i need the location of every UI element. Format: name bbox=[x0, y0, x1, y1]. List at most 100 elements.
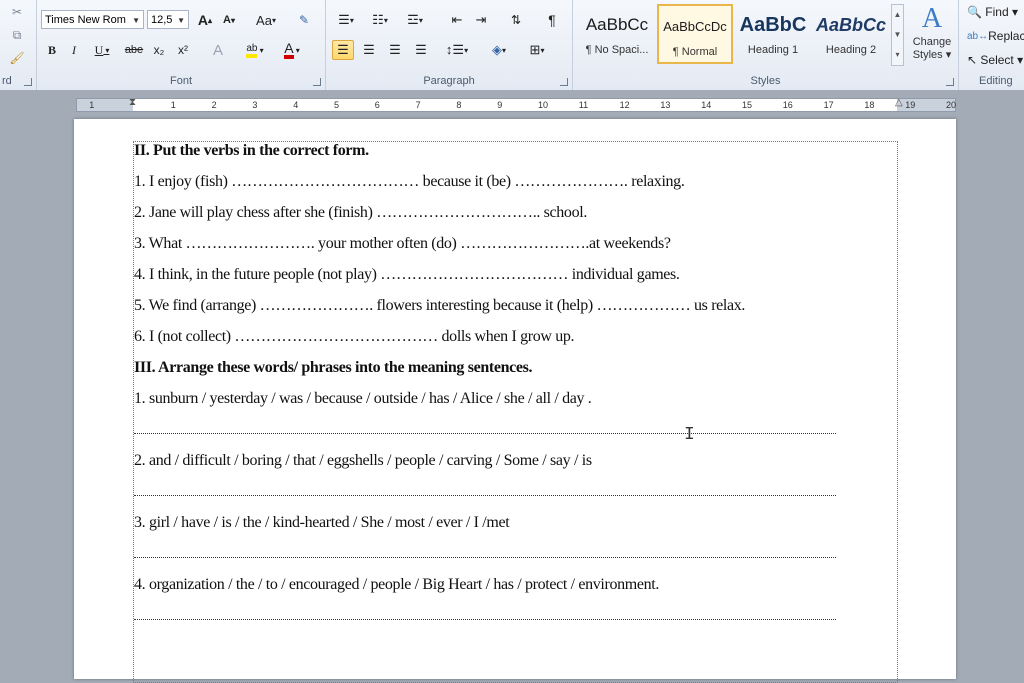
increase-indent-icon[interactable]: ⇥ bbox=[470, 10, 492, 30]
ruler-number: 7 bbox=[415, 100, 421, 110]
exercise-line[interactable]: 1. sunburn / yesterday / was / because /… bbox=[134, 390, 592, 408]
font-size-combo[interactable]: 12,5 ▼ bbox=[147, 10, 189, 29]
style-heading-1[interactable]: AaBbC Heading 1 bbox=[735, 4, 811, 64]
chevron-down-icon: ▼ bbox=[132, 16, 140, 25]
bold-button[interactable]: B bbox=[43, 40, 61, 60]
align-right-icon[interactable]: ☰ bbox=[384, 40, 406, 60]
exercise-line[interactable]: 6. I (not collect) ………………………………… dolls w… bbox=[134, 328, 575, 346]
change-case-label: Aa bbox=[256, 12, 272, 28]
line-spacing-icon[interactable]: ↕☰ ▾ bbox=[442, 40, 472, 60]
font-group-label: Font bbox=[169, 75, 192, 87]
paragraph-group: ☰ ▾ ☷ ▾ ☲ ▾ ⇤ ⇥ ⇅ ¶ ☰ ☰ ☰ ☰ ↕☰ ▾ ◈ ▾ ⊞ ▾ Parag… bbox=[326, 0, 573, 90]
style-heading-2[interactable]: AaBbCc Heading 2 bbox=[813, 4, 889, 64]
text-cursor-icon: I bbox=[684, 425, 695, 445]
style-name: ¶ Normal bbox=[672, 46, 718, 58]
subscript-button[interactable]: x₂ bbox=[149, 40, 169, 60]
copy-icon[interactable]: ⧉ bbox=[6, 25, 28, 45]
shrink-font-button[interactable]: A ▾ bbox=[219, 10, 239, 30]
clipboard-launcher-icon[interactable] bbox=[24, 78, 32, 86]
strikethrough-button[interactable]: abe bbox=[121, 40, 147, 60]
answer-line[interactable] bbox=[134, 619, 836, 620]
justify-icon[interactable]: ☰ bbox=[410, 40, 432, 60]
font-group: Times New Rom ▼ 12,5 ▼ A ▴ A ▾ Aa ▾ ✎ B I U… bbox=[37, 0, 326, 90]
highlight-button[interactable]: ab ▾ bbox=[241, 40, 269, 60]
change-case-button[interactable]: Aa ▾ bbox=[251, 10, 281, 30]
styles-scroll[interactable]: ▲ ▼ ▾ bbox=[891, 4, 904, 66]
align-left-icon[interactable]: ☰ bbox=[332, 40, 354, 60]
cut-icon[interactable]: ✂ bbox=[6, 2, 28, 22]
bullets-icon[interactable]: ☰ ▾ bbox=[332, 10, 360, 30]
numbering-icon[interactable]: ☷ ▾ bbox=[366, 10, 394, 30]
shading-icon[interactable]: ◈ ▾ bbox=[484, 40, 514, 60]
style-normal[interactable]: AaBbCcDc ¶ Normal bbox=[657, 4, 733, 64]
show-marks-button[interactable]: ¶ bbox=[542, 10, 562, 30]
font-name-combo[interactable]: Times New Rom ▼ bbox=[41, 10, 144, 29]
select-button[interactable]: ↖ Select ▾ bbox=[967, 50, 1024, 70]
find-button[interactable]: 🔍 Find ▾ bbox=[967, 2, 1024, 22]
heading-text: III. Arrange these words/ phrases into t… bbox=[134, 359, 533, 376]
answer-line[interactable] bbox=[134, 495, 836, 496]
exercise-line[interactable]: 1. I enjoy (fish) ……………………………… because i… bbox=[134, 173, 685, 191]
font-launcher-icon[interactable] bbox=[313, 78, 321, 86]
exercise-line[interactable]: 2. and / difficult / boring / that / egg… bbox=[134, 452, 592, 470]
exercise-line[interactable]: 4. organization / the / to / encouraged … bbox=[134, 576, 659, 594]
replace-button[interactable]: ab↔Replace bbox=[967, 26, 1024, 46]
ruler-number: 19 bbox=[905, 100, 916, 110]
style-preview: AaBbCc bbox=[815, 15, 886, 35]
exercise-line[interactable]: 4. I think, in the future people (not pl… bbox=[134, 266, 680, 284]
ruler-bar: ⧗ △ 1 1 2 3 4 5 6 7 8 9 10 11 12 13 14 15 16 17 18 19 20 bbox=[0, 90, 1024, 119]
ruler-number: 9 bbox=[497, 100, 503, 110]
ruler-left-margin bbox=[77, 99, 133, 111]
font-color-label: A bbox=[284, 41, 294, 59]
styles-launcher-icon[interactable] bbox=[946, 78, 954, 86]
text-effects-icon[interactable]: A bbox=[205, 40, 231, 60]
styles-group-label: Styles bbox=[750, 75, 781, 87]
italic-button[interactable]: I bbox=[65, 40, 83, 60]
change-styles-button[interactable]: A Change Styles ▾ bbox=[907, 2, 957, 68]
decrease-indent-icon[interactable]: ⇤ bbox=[446, 10, 468, 30]
right-indent-marker-icon[interactable]: △ bbox=[895, 97, 903, 108]
replace-icon: ab↔ bbox=[967, 30, 989, 42]
style-no-spacing[interactable]: AaBbCc ¶ No Spaci... bbox=[579, 4, 655, 64]
horizontal-ruler[interactable]: ⧗ △ 1 1 2 3 4 5 6 7 8 9 10 11 12 13 14 15 16 17 18 19 20 bbox=[76, 97, 956, 112]
underline-button[interactable]: U ▾ bbox=[89, 40, 115, 60]
font-color-button[interactable]: A ▾ bbox=[277, 40, 307, 60]
editing-group-label: Editing bbox=[979, 75, 1013, 87]
exercise-line[interactable]: 2. Jane will play chess after she (finis… bbox=[134, 204, 587, 222]
ruler-number: 11 bbox=[578, 100, 589, 110]
sort-icon[interactable]: ⇅ bbox=[504, 10, 528, 30]
exercise-line[interactable]: 3. girl / have / is / the / kind-hearted… bbox=[134, 514, 510, 532]
document-page[interactable]: II. Put the verbs in the correct form. 1.… bbox=[74, 119, 956, 683]
paragraph-group-label: Paragraph bbox=[423, 75, 475, 87]
change-styles-label-1: Change bbox=[912, 36, 952, 48]
clear-formatting-icon[interactable]: ✎ bbox=[293, 10, 315, 30]
ribbon: ✂ ⧉ 🖌 rd Times New Rom ▼ 12,5 ▼ A ▴ A ▾ Aa… bbox=[0, 0, 1024, 91]
align-center-icon[interactable]: ☰ bbox=[358, 40, 380, 60]
binoculars-icon: 🔍 bbox=[967, 5, 982, 19]
answer-line[interactable] bbox=[134, 557, 836, 558]
replace-label: Replace bbox=[988, 29, 1024, 43]
change-styles-icon: A bbox=[921, 3, 943, 34]
ruler-number: 5 bbox=[334, 100, 340, 110]
paragraph-launcher-icon[interactable] bbox=[560, 78, 568, 86]
exercise-line[interactable]: 5. We find (arrange) …………………. flowers in… bbox=[134, 297, 745, 315]
exercise-line[interactable]: 3. What ……………………. your mother often (do)… bbox=[134, 235, 671, 253]
indent-marker-icon[interactable]: ⧗ bbox=[129, 97, 136, 108]
superscript-button[interactable]: x² bbox=[173, 40, 193, 60]
style-preview: AaBbCcDc bbox=[663, 19, 727, 34]
style-preview: AaBbC bbox=[739, 14, 807, 36]
ruler-number: 1 bbox=[89, 100, 95, 110]
format-painter-icon[interactable]: 🖌 bbox=[6, 48, 28, 68]
grow-font-button[interactable]: A ▴ bbox=[195, 10, 215, 30]
text-box[interactable]: II. Put the verbs in the correct form. 1.… bbox=[133, 141, 898, 683]
borders-icon[interactable]: ⊞ ▾ bbox=[522, 40, 552, 60]
styles-group: AaBbCc ¶ No Spaci... AaBbCcDc ¶ Normal A… bbox=[573, 0, 959, 90]
shrink-font-label: A bbox=[223, 14, 231, 26]
change-styles-label-2: Styles ▾ bbox=[912, 49, 952, 61]
grow-font-label: A bbox=[197, 12, 209, 28]
section-heading[interactable]: III. Arrange these words/ phrases into t… bbox=[134, 359, 533, 377]
multilevel-list-icon[interactable]: ☲ ▾ bbox=[400, 10, 430, 30]
answer-line[interactable] bbox=[134, 433, 836, 434]
style-name: ¶ No Spaci... bbox=[585, 44, 649, 56]
section-heading[interactable]: II. Put the verbs in the correct form. bbox=[134, 142, 369, 160]
